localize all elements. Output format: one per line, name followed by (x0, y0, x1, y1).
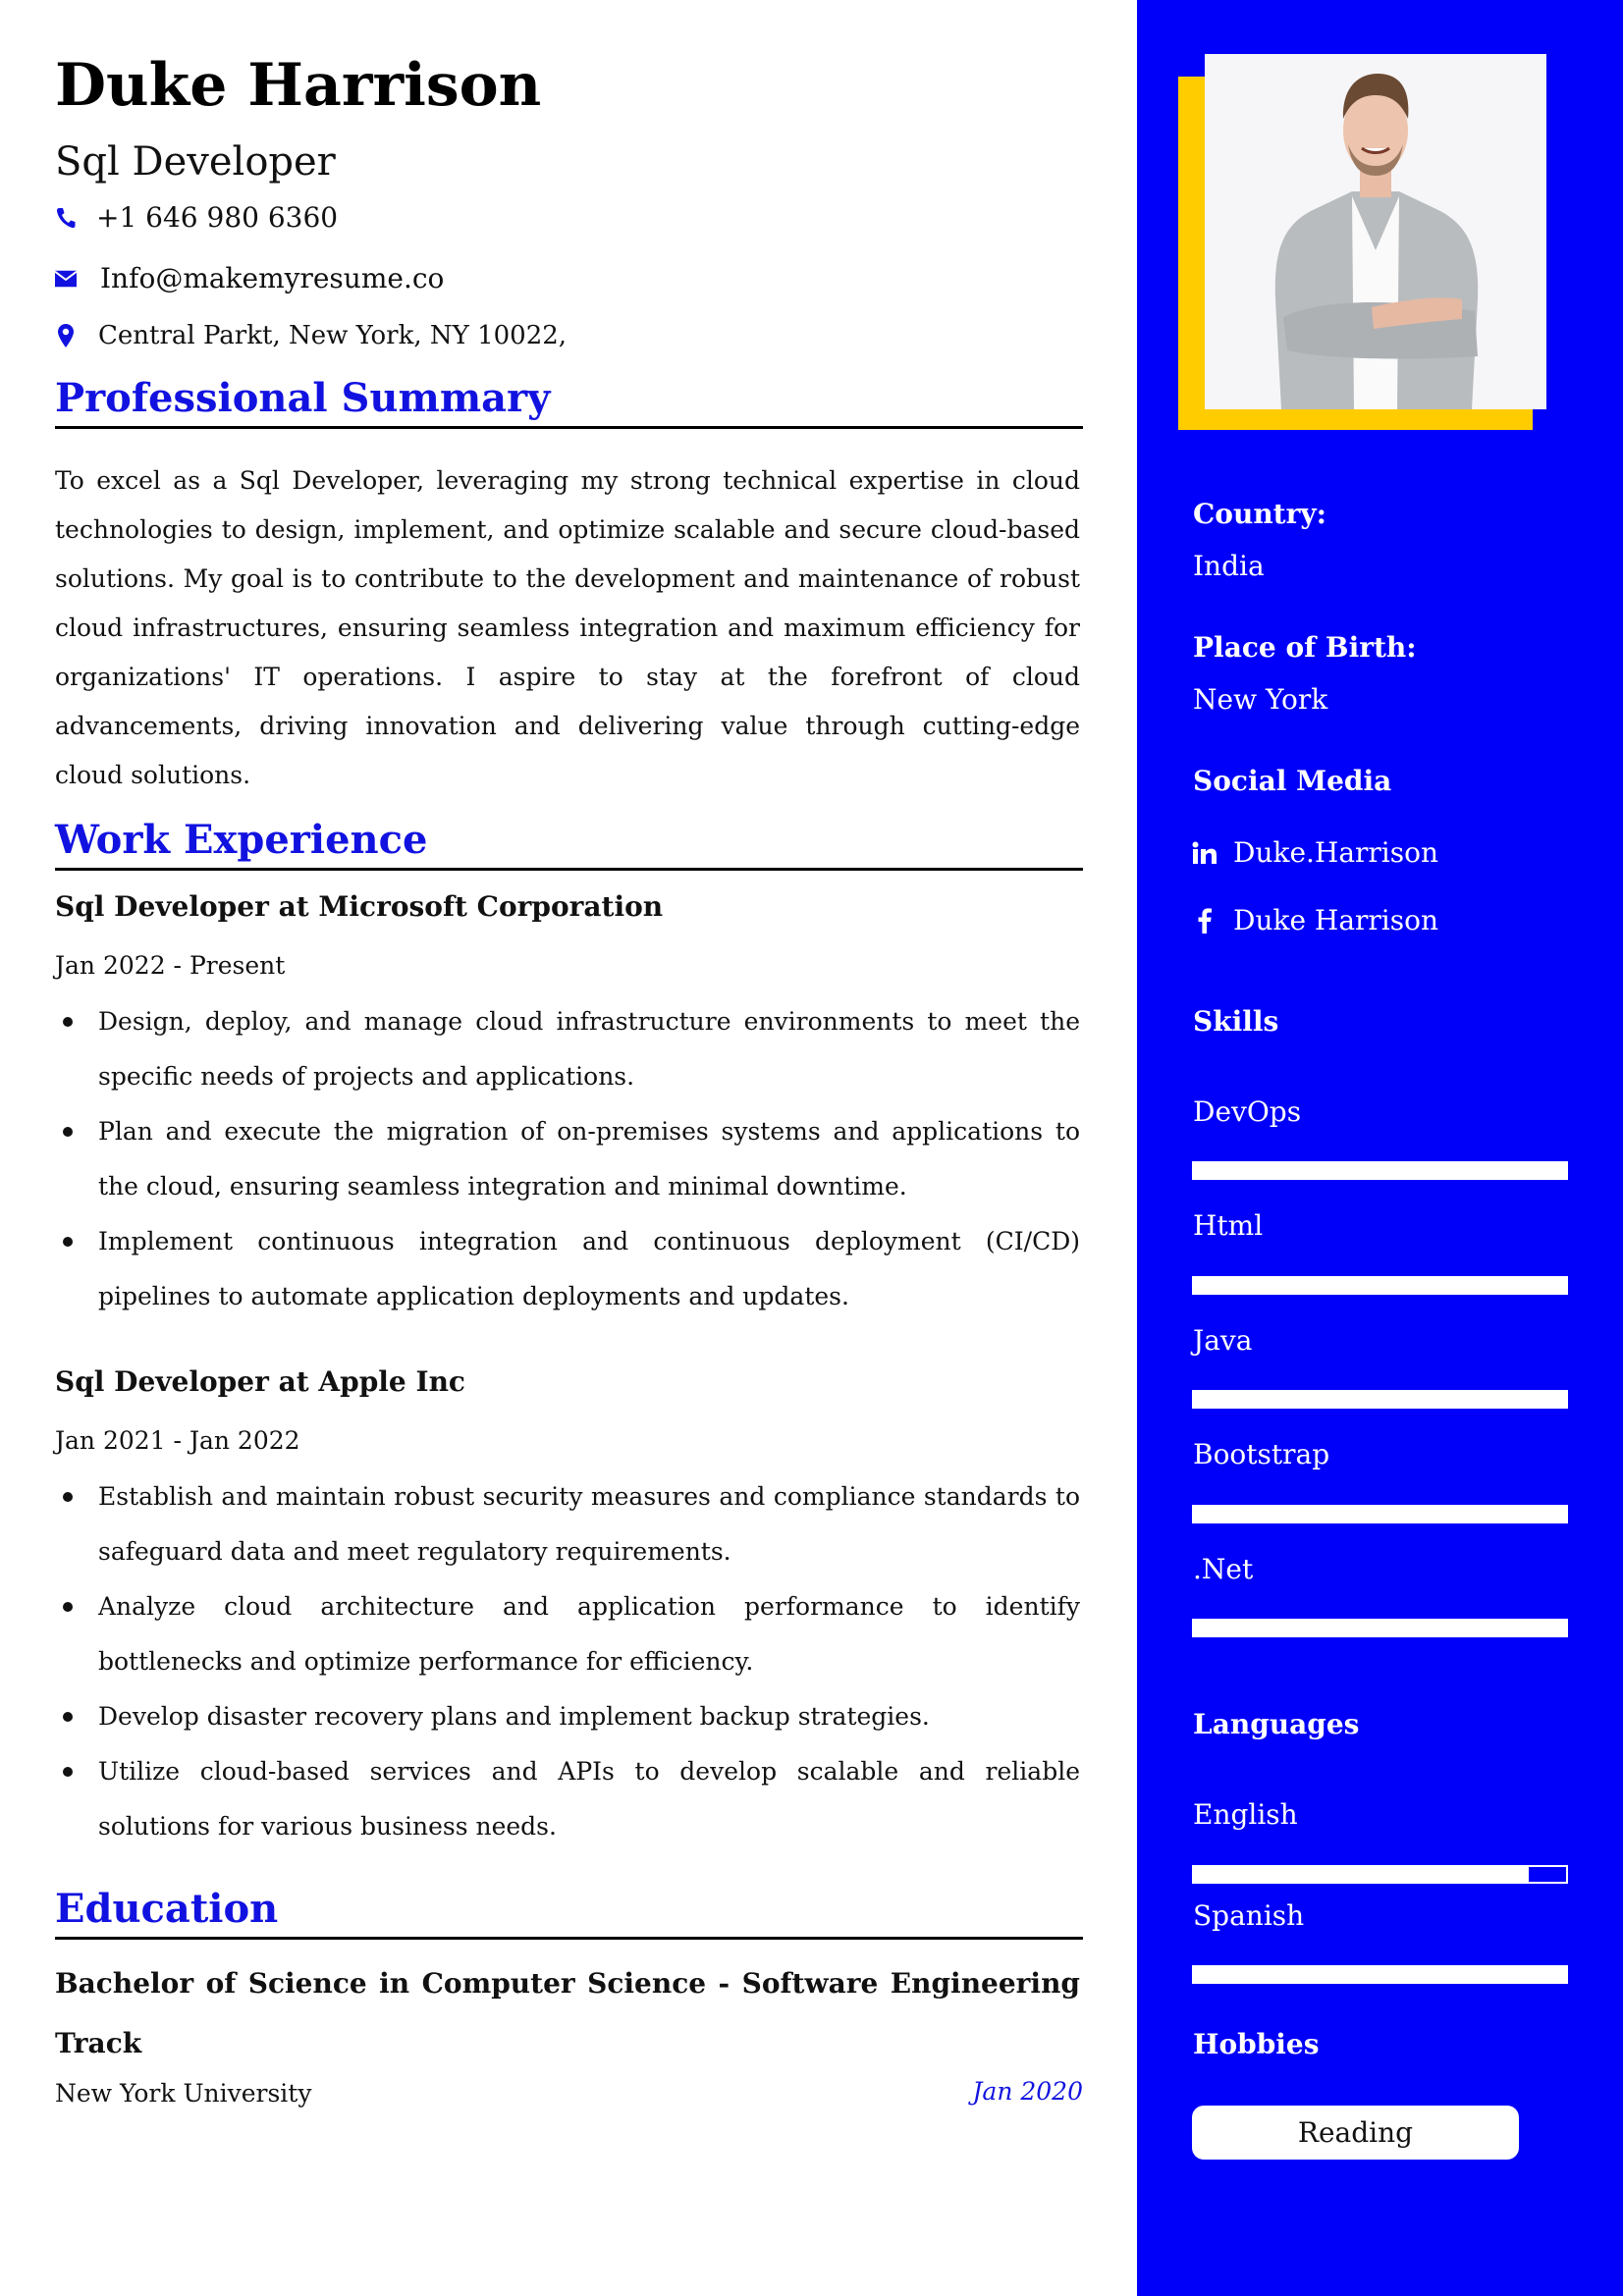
section-heading-summary: Professional Summary (55, 375, 1083, 429)
language-label: Spanish (1193, 1899, 1305, 1932)
social-linkedin[interactable]: Duke.Harrison (1192, 836, 1438, 869)
birth-value: New York (1193, 683, 1328, 716)
linkedin-icon (1192, 840, 1217, 866)
job-bullet: Establish and maintain robust security m… (55, 1469, 1080, 1579)
job-bullet: Design, deploy, and manage cloud infrast… (55, 994, 1080, 1104)
country-label: Country: (1193, 498, 1326, 530)
hobbies-heading: Hobbies (1193, 2028, 1320, 2060)
skill-bar-fill (1194, 1392, 1566, 1407)
language-label: English (1193, 1798, 1298, 1831)
job-title: Sql Developer at Apple Inc (55, 1365, 465, 1398)
person-illustration (1205, 54, 1546, 409)
skill-label: .Net (1193, 1553, 1254, 1585)
contact-address: Central Parkt, New York, NY 10022, (55, 321, 567, 350)
phone-text: +1 646 980 6360 (96, 201, 339, 234)
skill-bar-fill (1194, 1163, 1566, 1178)
birth-label: Place of Birth: (1193, 631, 1417, 664)
job-bullet: Implement continuous integration and con… (55, 1214, 1080, 1324)
job-bullet: Utilize cloud-based services and APIs to… (55, 1744, 1080, 1854)
social-facebook[interactable]: Duke Harrison (1192, 904, 1438, 936)
language-bar-fill (1194, 1967, 1566, 1982)
language-bar-fill (1194, 1867, 1530, 1882)
job-bullet: Develop disaster recovery plans and impl… (55, 1689, 1080, 1744)
skill-bar (1192, 1505, 1568, 1523)
hobby-pill: Reading (1192, 2106, 1519, 2160)
job-bullets: Design, deploy, and manage cloud infrast… (55, 994, 1080, 1324)
section-heading-experience: Work Experience (55, 817, 1083, 871)
job-bullet: Plan and execute the migration of on-pre… (55, 1104, 1080, 1214)
facebook-icon (1192, 907, 1217, 934)
map-pin-icon (55, 324, 77, 347)
skill-bar (1192, 1619, 1568, 1637)
skill-bar (1192, 1161, 1568, 1180)
country-value: India (1193, 550, 1265, 582)
skill-bar-fill (1194, 1278, 1566, 1293)
sidebar: Country: India Place of Birth: New York … (1137, 0, 1623, 2296)
facebook-handle: Duke Harrison (1233, 904, 1439, 936)
section-heading-education: Education (55, 1886, 1083, 1940)
skill-label: DevOps (1193, 1095, 1302, 1128)
contact-phone: +1 646 980 6360 (55, 201, 338, 234)
contact-email: Info@makemyresume.co (55, 262, 444, 294)
address-text: Central Parkt, New York, NY 10022, (98, 321, 568, 350)
language-bar (1192, 1865, 1568, 1884)
skill-label: Bootstrap (1193, 1438, 1330, 1470)
email-text: Info@makemyresume.co (100, 262, 445, 294)
job-dates: Jan 2022 - Present (55, 951, 286, 980)
candidate-name: Duke Harrison (55, 51, 542, 120)
social-heading: Social Media (1193, 765, 1392, 797)
candidate-title: Sql Developer (55, 139, 336, 185)
language-bar (1192, 1965, 1568, 1984)
skill-bar (1192, 1390, 1568, 1409)
skill-label: Html (1193, 1209, 1264, 1242)
skill-label: Java (1193, 1324, 1253, 1357)
skill-bar-fill (1194, 1507, 1566, 1522)
summary-text: To excel as a Sql Developer, leveraging … (55, 466, 1080, 789)
job-title: Sql Developer at Microsoft Corporation (55, 890, 664, 923)
education-date: Jan 2020 (972, 2077, 1083, 2106)
profile-photo (1205, 54, 1546, 409)
job-bullets: Establish and maintain robust security m… (55, 1469, 1080, 1854)
education-school: New York University (55, 2079, 312, 2108)
languages-heading: Languages (1193, 1708, 1360, 1740)
job-bullet: Analyze cloud architecture and applicati… (55, 1579, 1080, 1689)
envelope-icon (55, 267, 77, 291)
phone-icon (55, 206, 77, 230)
linkedin-handle: Duke.Harrison (1233, 836, 1439, 869)
skill-bar-fill (1194, 1621, 1566, 1635)
skill-bar (1192, 1276, 1568, 1295)
job-dates: Jan 2021 - Jan 2022 (55, 1426, 300, 1455)
skills-heading: Skills (1193, 1005, 1279, 1038)
education-degree: Bachelor of Science in Computer Science … (55, 1967, 1080, 2059)
